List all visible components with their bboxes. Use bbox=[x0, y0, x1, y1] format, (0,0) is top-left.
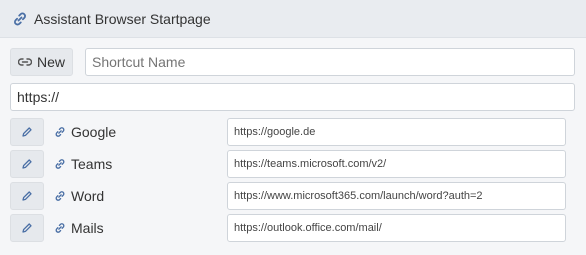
shortcut-row: Google bbox=[10, 118, 566, 146]
new-shortcut-row: New bbox=[10, 48, 575, 76]
pencil-icon bbox=[21, 222, 33, 234]
link-icon bbox=[54, 222, 66, 234]
shortcut-link[interactable]: Mails bbox=[54, 220, 227, 236]
shortcut-name-input[interactable] bbox=[85, 48, 575, 76]
shortcut-link[interactable]: Teams bbox=[54, 156, 227, 172]
new-url-row bbox=[10, 83, 575, 111]
link-icon bbox=[54, 158, 66, 170]
shortcut-name: Word bbox=[71, 188, 105, 204]
new-button-label: New bbox=[36, 54, 65, 70]
shortcut-url-field[interactable] bbox=[227, 182, 566, 210]
shortcut-link[interactable]: Word bbox=[54, 188, 227, 204]
shortcut-row: Word bbox=[10, 182, 566, 210]
shortcut-url-input[interactable] bbox=[10, 83, 575, 111]
shortcut-url-field[interactable] bbox=[227, 118, 566, 146]
new-shortcut-button[interactable]: New bbox=[10, 48, 73, 76]
link-icon bbox=[54, 190, 66, 202]
shortcut-row: Teams bbox=[10, 150, 566, 178]
shortcut-name: Mails bbox=[71, 220, 104, 236]
shortcut-row: Mails bbox=[10, 214, 566, 242]
edit-shortcut-button[interactable] bbox=[10, 150, 44, 178]
pencil-icon bbox=[21, 158, 33, 170]
pencil-icon bbox=[21, 126, 33, 138]
shortcut-name: Google bbox=[71, 124, 117, 140]
pencil-icon bbox=[21, 190, 33, 202]
link-icon bbox=[54, 126, 66, 138]
title-bar: Assistant Browser Startpage bbox=[0, 0, 586, 38]
edit-shortcut-button[interactable] bbox=[10, 214, 44, 242]
edit-shortcut-button[interactable] bbox=[10, 118, 44, 146]
unlink-icon bbox=[17, 56, 32, 68]
shortcut-url-field[interactable] bbox=[227, 214, 566, 242]
app-title: Assistant Browser Startpage bbox=[34, 10, 211, 27]
edit-shortcut-button[interactable] bbox=[10, 182, 44, 210]
shortcut-url-field[interactable] bbox=[227, 150, 566, 178]
link-icon bbox=[12, 11, 28, 27]
shortcut-name: Teams bbox=[71, 156, 113, 172]
shortcut-link[interactable]: Google bbox=[54, 124, 227, 140]
